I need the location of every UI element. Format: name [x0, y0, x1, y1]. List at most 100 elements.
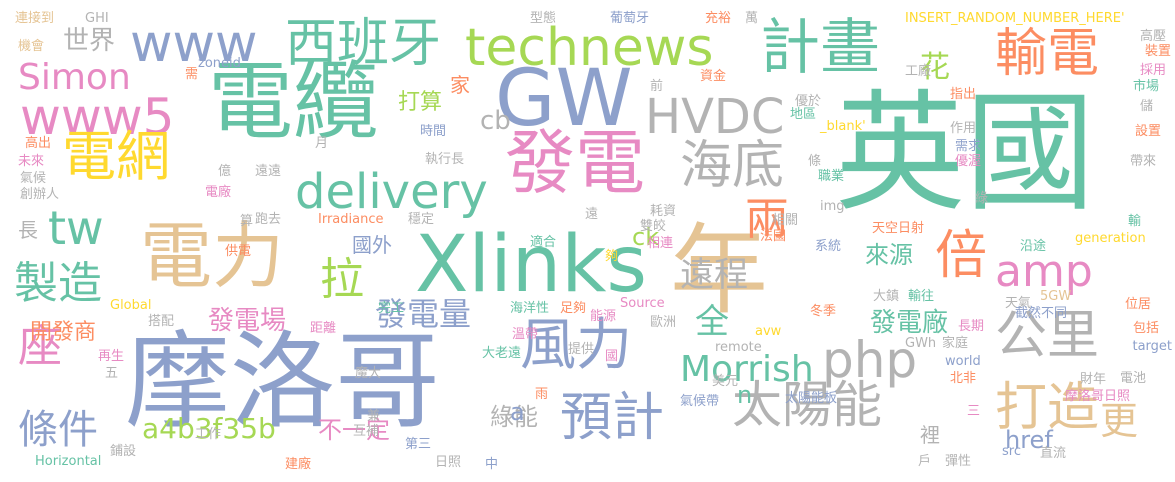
cloud-word: 系統 — [815, 239, 842, 254]
cloud-word: 遠程 — [680, 255, 748, 295]
cloud-word: 需 — [185, 67, 199, 82]
cloud-word: 氣候帶 — [680, 394, 720, 409]
cloud-word: 時間 — [420, 124, 447, 139]
cloud-word: 打算 — [398, 90, 443, 115]
cloud-word: delivery — [295, 164, 488, 220]
cloud-word: GWh — [905, 336, 937, 351]
word-cloud: 英國 摩洛哥 電纜 GW Xlinks 年電力 發電 technews 計畫 西班牙 www www5… — [0, 0, 1175, 482]
cloud-word: 財年 — [1080, 372, 1107, 387]
cloud-word: 輸 — [1128, 214, 1142, 229]
cloud-word: 五 — [105, 366, 119, 381]
cloud-word: 發電場 — [208, 306, 287, 336]
cloud-word: 長期 — [958, 319, 985, 334]
cloud-word: 雙皎 — [640, 219, 667, 234]
cloud-word: 綠 — [975, 191, 989, 206]
cloud-word: 太陽能板 — [785, 391, 838, 406]
cloud-word: 海洋性 — [510, 301, 550, 316]
cloud-word: 電廠 — [205, 185, 232, 200]
cloud-word: 採用 — [1140, 63, 1167, 78]
cloud-word: 彈性 — [945, 454, 972, 469]
cloud-word: 拉 — [320, 254, 364, 305]
cloud-word: _blank' — [820, 119, 866, 134]
cloud-word: 遠 — [585, 207, 599, 222]
cloud-word: technews — [465, 18, 714, 78]
cloud-word: 日照 — [435, 455, 462, 470]
cloud-word: 地區 — [790, 107, 817, 122]
cloud-word: 溫帶 — [512, 327, 539, 342]
cloud-word: 供電 — [225, 244, 252, 259]
cloud-word: amp — [995, 246, 1093, 297]
cloud-word: avw — [755, 324, 782, 339]
cloud-word: 來源 — [865, 241, 913, 269]
cloud-word: 帶來 — [1130, 154, 1157, 169]
cloud-word: Irradiance — [318, 212, 384, 227]
cloud-word: 輸電 — [995, 24, 1100, 84]
cloud-word: 大老遠 — [482, 346, 522, 361]
cloud-word: 直流 — [1040, 446, 1067, 461]
cloud-word: remote — [715, 340, 762, 355]
cloud-word: 天空日射 — [872, 221, 925, 236]
cloud-word: INSERT_RANDOM_NUMBER_HERE' — [905, 11, 1125, 26]
cloud-word: 裝置 — [1145, 44, 1172, 59]
cloud-word: 魔大 — [355, 366, 382, 381]
cloud-word: 摩洛哥日照 — [1065, 389, 1131, 404]
cloud-word: 開發商 — [30, 320, 97, 345]
cloud-word: 機會 — [18, 39, 45, 54]
cloud-word: 倍 — [935, 226, 988, 286]
cloud-word: 國 — [605, 349, 619, 364]
cloud-word: 鋪設 — [110, 444, 137, 459]
cloud-word: 全 — [695, 302, 729, 342]
cloud-word: 第三 — [405, 437, 432, 452]
cloud-word: 相關 — [772, 213, 799, 228]
cloud-word: 高出 — [25, 136, 52, 151]
cloud-word: 優渥 — [955, 154, 982, 169]
cloud-word: 需求 — [955, 139, 982, 154]
cloud-word: 美元 — [712, 374, 739, 389]
cloud-word: 遠遠 — [255, 164, 282, 179]
cloud-word: tw — [48, 201, 104, 255]
cloud-word: n — [737, 381, 753, 409]
cloud-word: 北非 — [950, 371, 977, 386]
cloud-word: 家庭 — [942, 336, 969, 351]
cloud-word: 再生 — [98, 349, 125, 364]
cloud-word: 法國 — [760, 229, 787, 244]
cloud-word: 冬季 — [810, 304, 837, 319]
cloud-word: 適合 — [530, 235, 557, 250]
cloud-word: 建廠 — [285, 457, 312, 472]
cloud-word: 歐洲 — [650, 315, 677, 330]
cloud-word: 截然不同 — [1015, 306, 1068, 321]
cloud-word: 創辦人 — [20, 187, 60, 202]
cloud-word: 西班牙 — [285, 14, 442, 74]
cloud-word: 海底 — [680, 136, 785, 196]
cloud-word: 世界 — [63, 26, 116, 56]
cloud-word: 戶 — [918, 454, 932, 469]
cloud-word: 長 — [18, 218, 38, 242]
cloud-word: 前 — [650, 79, 664, 94]
cloud-word: 型態 — [530, 11, 557, 26]
cloud-word: 距離 — [310, 321, 337, 336]
cloud-word: 葡萄牙 — [610, 11, 650, 26]
cloud-word: 工作 — [195, 427, 222, 442]
cloud-word: 雨 — [535, 387, 549, 402]
cloud-word: 氣候 — [20, 171, 47, 186]
cloud-word: target — [1132, 339, 1172, 354]
cloud-word: Source — [620, 296, 665, 311]
cloud-word: 兼 — [367, 409, 381, 424]
cloud-word: 儲 — [1140, 99, 1154, 114]
cloud-word: 萬 — [745, 11, 759, 26]
cloud-word: 市場 — [1133, 79, 1160, 94]
cloud-word: generation — [1075, 231, 1146, 246]
cloud-word: 充裕 — [705, 11, 732, 26]
cloud-word: 指出 — [950, 87, 977, 102]
cloud-word: 位居 — [1125, 297, 1152, 312]
cloud-word: 包括 — [1133, 321, 1160, 336]
cloud-word: world — [945, 354, 981, 369]
cloud-word: 條 — [808, 154, 822, 169]
cloud-word: 穩定 — [408, 212, 435, 227]
cloud-word: 更 — [1100, 399, 1139, 443]
cloud-word: 月 — [315, 136, 329, 151]
cloud-word: GHI — [85, 11, 109, 26]
cloud-word: 電池 — [1120, 371, 1147, 386]
cloud-word: 夠 — [605, 249, 619, 264]
cloud-word: Simon — [18, 57, 131, 98]
